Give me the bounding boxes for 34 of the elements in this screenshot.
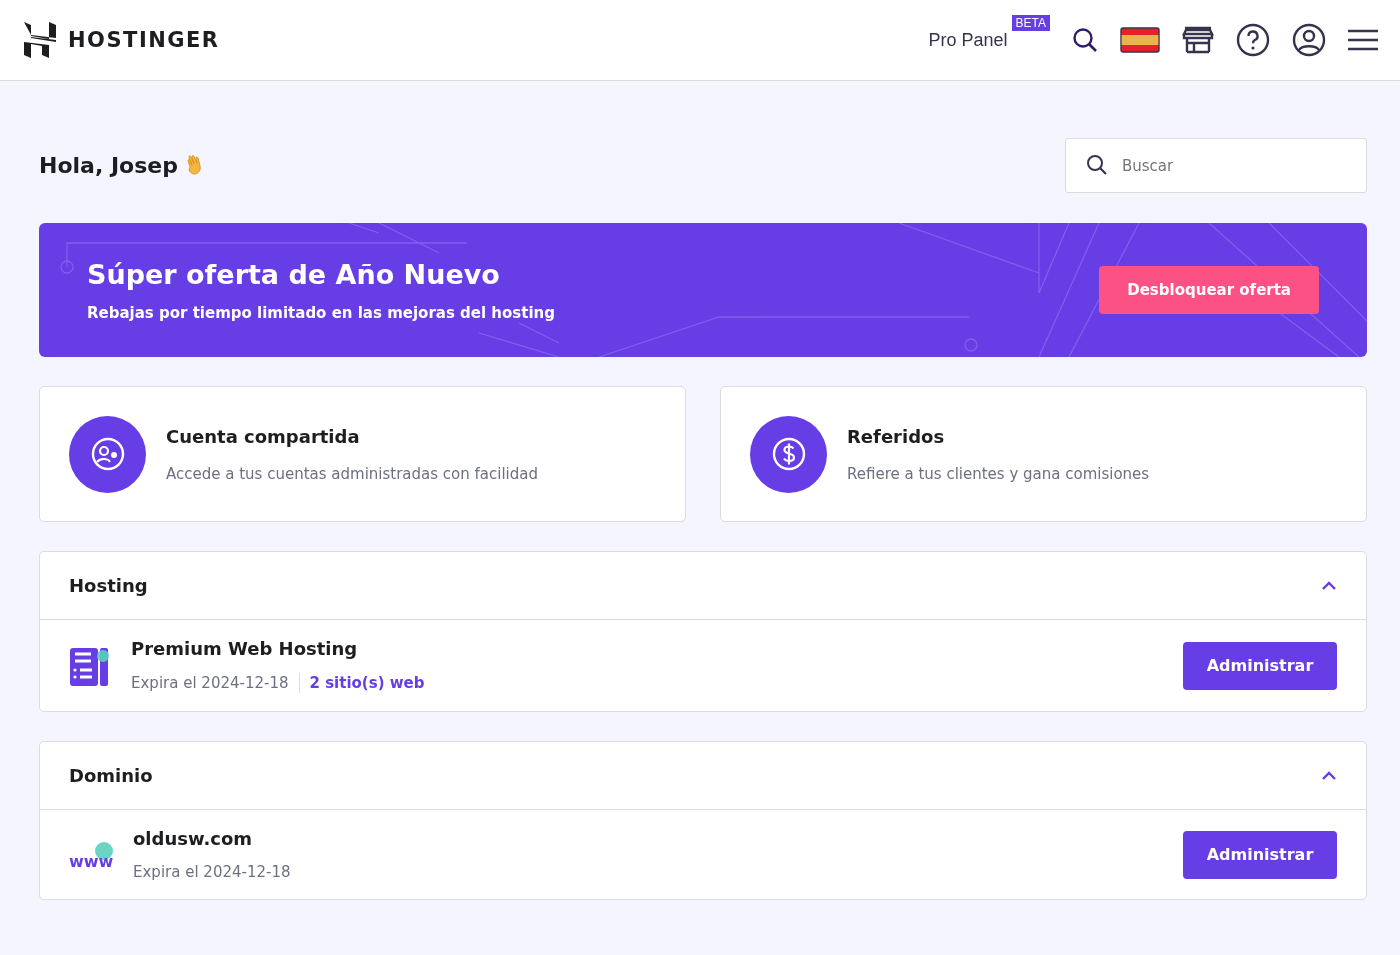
- expiry-date: Expira el 2024-12-18: [133, 863, 291, 881]
- feature-card[interactable]: Referidos Refiere a tus clientes y gana comisiones: [720, 386, 1367, 522]
- section-title: Hosting: [69, 575, 148, 596]
- help-icon[interactable]: [1236, 23, 1270, 57]
- promo-title: Súper oferta de Año Nuevo: [87, 258, 501, 290]
- search-icon: [1086, 154, 1108, 176]
- flag-icon[interactable]: [1120, 27, 1160, 53]
- store-icon[interactable]: [1182, 26, 1214, 54]
- card-description: Refiere a tus clientes y gana comisiones: [847, 464, 1150, 483]
- search-icon[interactable]: [1072, 27, 1098, 53]
- logo-text: HOSTINGER: [68, 28, 220, 52]
- service-name: oldusw.com: [133, 828, 254, 849]
- greeting-title: Hola, Josep: [39, 153, 178, 178]
- promo-subtitle: Rebajas por tiempo limitado en las mejoras del hosting: [87, 303, 555, 322]
- beta-badge: BETA: [1011, 15, 1050, 31]
- service-name: Premium Web Hosting: [131, 638, 359, 659]
- chevron-icon[interactable]: [1321, 580, 1337, 591]
- user-icon[interactable]: [1292, 23, 1326, 57]
- unlock-offer-button[interactable]: Desbloquear oferta: [1099, 266, 1319, 314]
- www-logo: www: [69, 839, 113, 870]
- chevron-icon[interactable]: [1321, 770, 1337, 781]
- logo-icon: [24, 22, 56, 58]
- search-field[interactable]: Buscar: [1065, 138, 1367, 193]
- websites-link[interactable]: 2 sitio(s) web: [309, 674, 425, 692]
- menu-icon[interactable]: [1348, 29, 1378, 51]
- section-title: Dominio: [69, 765, 153, 786]
- card-title: Referidos: [847, 425, 946, 447]
- card-description: Accede a tus cuentas administradas con facilidad: [166, 464, 538, 483]
- feature-card[interactable]: Cuenta compartida Accede a tus cuentas administradas con facilidad: [39, 386, 686, 522]
- expiry-date: Expira el 2024-12-18: [131, 674, 289, 692]
- card-title: Cuenta compartida: [166, 425, 361, 447]
- manage-button[interactable]: Administrar: [1183, 830, 1337, 879]
- pro-panel-link[interactable]: Pro Panel: [928, 29, 1008, 51]
- manage-button[interactable]: Administrar: [1183, 641, 1337, 690]
